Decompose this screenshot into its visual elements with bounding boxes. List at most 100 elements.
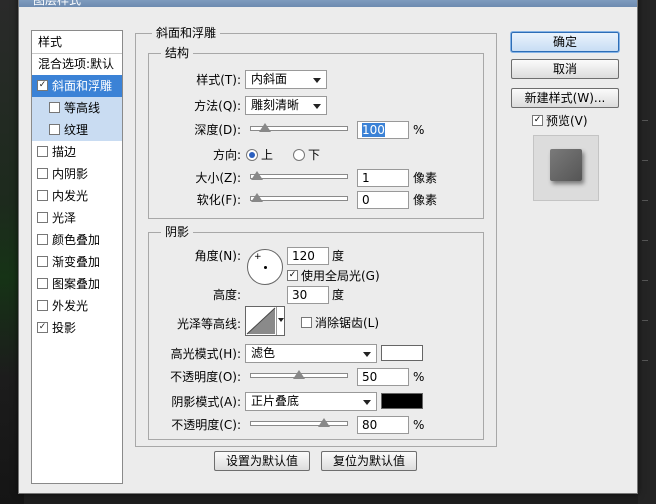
style-item-label: 描边 (52, 145, 77, 159)
chevron-down-icon (363, 400, 371, 405)
checkbox-icon[interactable] (49, 102, 60, 113)
angle-dial[interactable]: + (247, 249, 283, 285)
soften-slider-thumb[interactable] (251, 193, 263, 202)
shadow-opacity-unit: % (413, 418, 425, 432)
preview-thumbnail (533, 135, 599, 201)
altitude-input[interactable]: 30 (287, 286, 329, 304)
chevron-down-icon (363, 352, 371, 357)
highlight-mode-dropdown[interactable]: 滤色 (245, 344, 377, 363)
blend-options-item[interactable]: 混合选项:默认 (32, 53, 122, 76)
contour-dropdown-arrow[interactable] (276, 307, 285, 335)
altitude-unit: 度 (332, 288, 345, 302)
preview-checkbox[interactable]: ✓ 预览(V) (532, 113, 588, 129)
style-item[interactable]: 外发光 (32, 295, 122, 317)
chevron-down-icon (313, 78, 321, 83)
ok-button[interactable]: 确定 (511, 32, 619, 52)
style-item[interactable]: 内阴影 (32, 163, 122, 185)
style-item[interactable]: 内发光 (32, 185, 122, 207)
depth-unit: % (413, 123, 425, 137)
soften-slider[interactable] (250, 193, 348, 202)
new-style-button[interactable]: 新建样式(W)... (511, 88, 619, 108)
checkbox-icon[interactable] (37, 234, 48, 245)
soften-input[interactable]: 0 (357, 191, 409, 209)
global-light-checkbox[interactable]: ✓ 使用全局光(G) (287, 268, 380, 284)
direction-up-radio[interactable]: 上 (246, 147, 273, 163)
checkbox-icon[interactable] (37, 168, 48, 179)
highlight-opacity-slider[interactable] (250, 370, 348, 379)
angle-unit: 度 (332, 249, 345, 263)
style-item[interactable]: 纹理 (32, 119, 122, 141)
style-item-label: 内发光 (52, 189, 89, 203)
direction-label: 方向: (212, 148, 241, 162)
style-item[interactable]: ✓ 投影 (32, 317, 122, 339)
checkbox-checked-icon[interactable]: ✓ (37, 322, 48, 333)
depth-slider[interactable] (250, 123, 348, 132)
dial-center-icon (264, 266, 267, 269)
radio-icon (293, 148, 305, 161)
gloss-contour-picker[interactable] (245, 306, 285, 336)
angle-label: 角度(N): (194, 249, 241, 263)
shading-title: 阴影 (161, 225, 194, 239)
angle-input[interactable]: 120 (287, 247, 329, 265)
background-panel (638, 0, 656, 504)
size-slider[interactable] (250, 171, 348, 180)
size-unit: 像素 (413, 171, 438, 185)
highlight-color-swatch[interactable] (381, 345, 423, 361)
shadow-opacity-input[interactable]: 80 (357, 416, 409, 434)
radio-selected-icon (246, 148, 258, 161)
style-item-label: 光泽 (52, 211, 77, 225)
checkbox-checked-icon[interactable]: ✓ (37, 80, 48, 91)
checkbox-icon[interactable] (49, 124, 60, 135)
make-default-button[interactable]: 设置为默认值 (214, 451, 310, 471)
crosshair-icon: + (254, 252, 262, 262)
size-input[interactable]: 1 (357, 169, 409, 187)
depth-slider-thumb[interactable] (259, 123, 271, 132)
checkbox-icon (301, 317, 312, 328)
checkbox-icon[interactable] (37, 278, 48, 289)
style-item[interactable]: 光泽 (32, 207, 122, 229)
checkbox-icon[interactable] (37, 146, 48, 157)
style-item[interactable]: 描边 (32, 141, 122, 163)
size-slider-thumb[interactable] (251, 171, 263, 180)
style-item-label: 渐变叠加 (52, 255, 101, 269)
highlight-opacity-thumb[interactable] (293, 370, 305, 379)
checkbox-icon[interactable] (37, 212, 48, 223)
technique-dropdown[interactable]: 雕刻清晰 (245, 96, 327, 115)
window-title: 图层样式 (33, 0, 82, 7)
style-list: 样式 混合选项:默认 ✓ 斜面和浮雕等高线纹理描边内阴影内发光光泽颜色叠加渐变叠加… (31, 30, 123, 484)
layer-style-dialog: 图层样式 样式 混合选项:默认 ✓ 斜面和浮雕等高线纹理描边内阴影内发光光泽颜色叠… (18, 0, 638, 494)
style-item[interactable]: 颜色叠加 (32, 229, 122, 251)
technique-label: 方法(Q): (194, 99, 241, 113)
checkbox-icon[interactable] (37, 256, 48, 267)
checkbox-icon[interactable] (37, 190, 48, 201)
shadow-mode-label: 阴影模式(A): (171, 395, 241, 409)
direction-down-radio[interactable]: 下 (293, 147, 320, 163)
highlight-opacity-input[interactable]: 50 (357, 368, 409, 386)
style-list-header[interactable]: 样式 (32, 31, 122, 54)
depth-input[interactable]: 100 (357, 121, 409, 139)
shadow-mode-dropdown[interactable]: 正片叠底 (245, 392, 377, 411)
preview-swatch (550, 149, 582, 181)
highlight-mode-label: 高光模式(H): (170, 347, 241, 361)
anti-alias-checkbox[interactable]: 消除锯齿(L) (301, 315, 379, 331)
style-item-label: 纹理 (64, 123, 89, 137)
cancel-button[interactable]: 取消 (511, 59, 619, 79)
style-item[interactable]: ✓ 斜面和浮雕 (32, 75, 122, 97)
shadow-opacity-thumb[interactable] (318, 418, 330, 427)
title-bar[interactable]: 图层样式 (19, 0, 637, 7)
size-label: 大小(Z): (195, 171, 241, 185)
shadow-opacity-slider[interactable] (250, 418, 348, 427)
style-item[interactable]: 等高线 (32, 97, 122, 119)
shadow-color-swatch[interactable] (381, 393, 423, 409)
style-item[interactable]: 渐变叠加 (32, 251, 122, 273)
checkbox-checked-icon: ✓ (532, 115, 543, 126)
style-dropdown[interactable]: 内斜面 (245, 70, 327, 89)
checkbox-icon[interactable] (37, 300, 48, 311)
reset-default-button[interactable]: 复位为默认值 (321, 451, 417, 471)
style-item-label: 斜面和浮雕 (52, 79, 113, 93)
style-item[interactable]: 图案叠加 (32, 273, 122, 295)
altitude-label: 高度: (212, 288, 241, 302)
highlight-opacity-label: 不透明度(O): (170, 370, 241, 384)
chevron-down-icon (278, 318, 284, 322)
soften-label: 软化(F): (196, 193, 241, 207)
